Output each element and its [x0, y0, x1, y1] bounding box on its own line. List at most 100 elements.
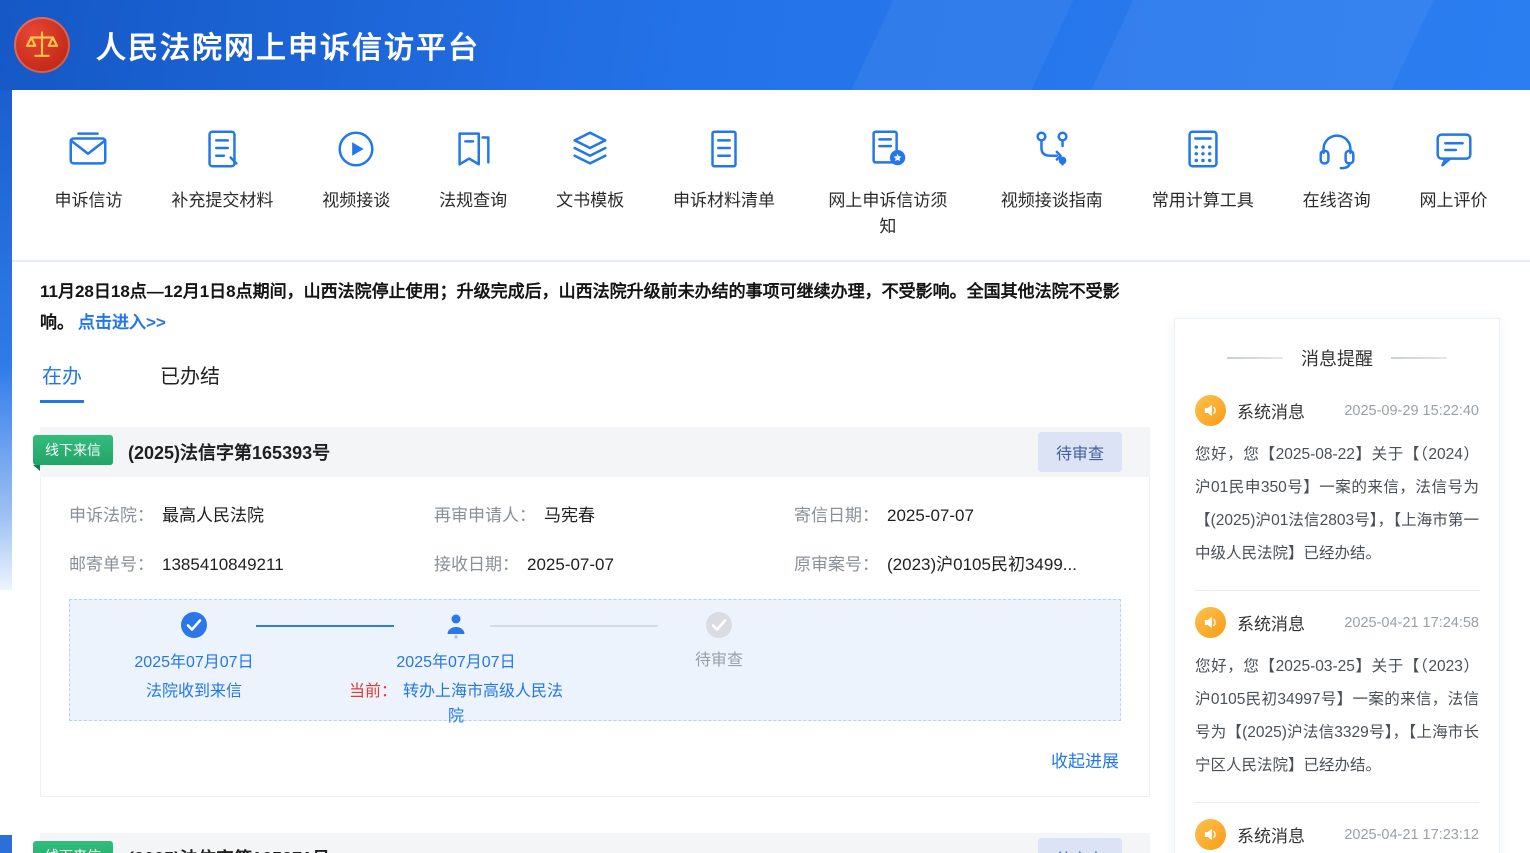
nav-label: 视频接谈	[322, 188, 390, 214]
corner-decor	[0, 835, 12, 853]
field-original-case-number: 原审案号： (2023)沪0105民初3499...	[794, 550, 1121, 575]
nav-item-petition[interactable]: 申诉信访	[54, 90, 122, 260]
nav-item-law-search[interactable]: 法规查询	[439, 90, 507, 260]
document-icon	[199, 126, 245, 172]
message-title: 系统消息	[1237, 610, 1305, 635]
video-play-icon	[333, 126, 379, 172]
layers-icon	[567, 126, 613, 172]
check-circle-done-icon	[84, 611, 304, 639]
message-timestamp: 2025-09-29 15:22:40	[1344, 403, 1479, 419]
field-tracking-number: 邮寄单号： 1385410849211	[69, 550, 434, 575]
calculator-icon	[1180, 126, 1226, 172]
field-value: (2023)沪0105民初3499...	[887, 555, 1077, 574]
messages-panel: 消息提醒 系统消息 2025-09-29 15:22:40 您好，您【2025-…	[1174, 318, 1500, 853]
field-label: 原审案号：	[794, 555, 879, 574]
step-label: 待审查	[609, 648, 829, 673]
offline-letter-badge: 线下来信	[33, 435, 113, 465]
page: 人民法院网上申诉信访平台 申诉信访 补充提交材料	[0, 0, 1530, 853]
collapse-row: 收起进展	[69, 721, 1121, 784]
case-header: 线下来信 (2025)法信字第165393号 待审查	[40, 427, 1150, 477]
message-header: 系统消息 2025-04-21 17:23:12	[1195, 819, 1479, 850]
status-badge: 待审查	[1038, 432, 1122, 472]
field-value: 最高人民法院	[162, 506, 264, 525]
notice-doc-icon	[865, 126, 911, 172]
case-card: 线下来信 (2025)法信字第165371号 待审查	[40, 833, 1150, 853]
field-value: 马宪春	[544, 506, 595, 525]
nav-item-supplement-materials[interactable]: 补充提交材料	[171, 90, 273, 260]
nav-label: 申诉信访	[54, 188, 122, 214]
nav-label: 补充提交材料	[171, 188, 273, 214]
nav-label: 网上申诉信访须知	[824, 188, 952, 240]
main-content: 11月28日18点—12月1日8点期间，山西法院停止使用；升级完成后，山西法院升…	[12, 262, 1530, 853]
timeline-step-pending-review: 待审查	[609, 611, 829, 673]
step-date: 2025年07月07日	[84, 648, 304, 672]
guide-path-icon	[1029, 126, 1075, 172]
current-step-prefix: 当前：	[349, 683, 397, 700]
case-number: (2025)法信字第165393号	[128, 439, 330, 465]
nav-label: 视频接谈指南	[1001, 188, 1103, 214]
status-badge: 待审查	[1038, 838, 1122, 853]
case-tabs: 在办 已办结	[40, 356, 1150, 403]
progress-timeline: 2025年07月07日 法院收到来信 2025年07月07日 当前：转办上海市高…	[69, 599, 1121, 721]
title-decor-line	[1391, 357, 1447, 359]
nav-label: 文书模板	[556, 188, 624, 214]
message-header: 系统消息 2025-04-21 17:24:58	[1195, 607, 1479, 638]
nav-item-petition-instructions[interactable]: 网上申诉信访须知	[824, 90, 952, 260]
tab-in-progress[interactable]: 在办	[40, 356, 84, 403]
field-label: 邮寄单号：	[69, 555, 154, 574]
comment-icon	[1431, 126, 1477, 172]
field-label: 寄信日期：	[794, 506, 879, 525]
nav-item-video-guide[interactable]: 视频接谈指南	[1001, 90, 1103, 260]
left-decor-strip	[0, 90, 12, 590]
case-number: (2025)法信字第165371号	[128, 845, 330, 853]
field-retrial-applicant: 再审申请人： 马宪春	[434, 501, 794, 526]
collapse-progress-link[interactable]: 收起进展	[1051, 752, 1119, 771]
tab-completed[interactable]: 已办结	[158, 356, 222, 403]
nav-item-online-review[interactable]: 网上评价	[1420, 90, 1488, 260]
case-card: 线下来信 (2025)法信字第165393号 待审查 申诉法院： 最高人民法院 再…	[40, 427, 1150, 797]
message-item[interactable]: 系统消息 2025-04-21 17:23:12	[1195, 803, 1479, 853]
field-petition-court: 申诉法院： 最高人民法院	[69, 501, 434, 526]
messages-panel-title: 消息提醒	[1195, 319, 1479, 379]
checklist-icon	[701, 126, 747, 172]
message-item[interactable]: 系统消息 2025-04-21 17:24:58 您好，您【2025-03-25…	[1195, 591, 1479, 803]
mail-icon	[65, 126, 111, 172]
nav-item-video-interview[interactable]: 视频接谈	[322, 90, 390, 260]
current-step-text: 转办上海市高级人民法院	[403, 683, 563, 725]
top-nav: 申诉信访 补充提交材料 视频接谈 法规查询	[12, 90, 1530, 262]
law-shield-icon	[450, 126, 496, 172]
offline-letter-badge: 线下来信	[33, 841, 113, 853]
field-value: 2025-07-07	[527, 555, 614, 574]
message-timestamp: 2025-04-21 17:24:58	[1344, 615, 1479, 631]
nav-item-document-templates[interactable]: 文书模板	[556, 90, 624, 260]
timeline-step-received: 2025年07月07日 法院收到来信	[84, 611, 304, 704]
notice-enter-link[interactable]: 点击进入>>	[78, 313, 166, 332]
check-circle-pending-icon	[609, 611, 829, 639]
speaker-icon	[1195, 395, 1226, 426]
field-value: 2025-07-07	[887, 506, 974, 525]
person-pin-current-icon	[346, 611, 566, 639]
message-item[interactable]: 系统消息 2025-09-29 15:22:40 您好，您【2025-08-22…	[1195, 379, 1479, 591]
message-title: 系统消息	[1237, 822, 1305, 847]
field-label: 接收日期：	[434, 555, 519, 574]
step-date: 2025年07月07日	[346, 648, 566, 672]
nav-item-materials-checklist[interactable]: 申诉材料清单	[673, 90, 775, 260]
title-decor-line	[1227, 357, 1283, 359]
case-body: 申诉法院： 最高人民法院 再审申请人： 马宪春 寄信日期： 2025-07-07 邮寄…	[40, 477, 1150, 797]
timeline-step-current: 2025年07月07日 当前： 转办上海市高级人民法院	[346, 611, 566, 729]
field-label: 再审申请人：	[434, 506, 536, 525]
message-header: 系统消息 2025-09-29 15:22:40	[1195, 395, 1479, 426]
speaker-icon	[1195, 819, 1226, 850]
step-label: 当前： 转办上海市高级人民法院	[346, 679, 566, 729]
header-decor	[833, 0, 1088, 90]
field-value: 1385410849211	[162, 555, 284, 574]
field-label: 申诉法院：	[69, 506, 154, 525]
message-title: 系统消息	[1237, 398, 1305, 423]
page-title: 人民法院网上申诉信访平台	[96, 23, 480, 67]
speaker-icon	[1195, 607, 1226, 638]
notice-text: 11月28日18点—12月1日8点期间，山西法院停止使用；升级完成后，山西法院升…	[40, 282, 1120, 332]
nav-item-online-consult[interactable]: 在线咨询	[1303, 90, 1371, 260]
panel-title-text: 消息提醒	[1301, 345, 1373, 371]
nav-item-calculator-tools[interactable]: 常用计算工具	[1152, 90, 1254, 260]
message-body: 您好，您【2025-03-25】关于【（2023）沪0105民初34997号】一…	[1195, 650, 1479, 782]
